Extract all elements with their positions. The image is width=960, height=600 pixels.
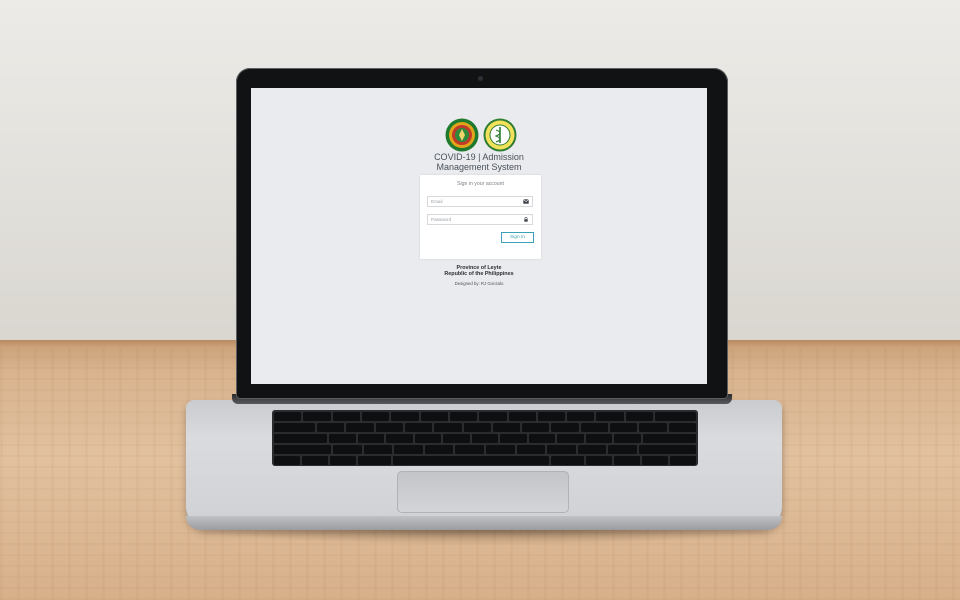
sign-in-button[interactable]: Sign In [501, 232, 534, 243]
app-title-line1: COVID-19 | Admission [434, 152, 524, 162]
app-title-line2: Management System [436, 162, 522, 172]
laptop-base-lip [186, 516, 782, 530]
laptop-keyboard [272, 410, 698, 466]
webcam-icon [478, 76, 483, 81]
laptop-screen: COVID-19 | Admission Management System S… [251, 88, 707, 384]
login-card: Sign in your account Sign In [420, 175, 541, 259]
app-title: COVID-19 | Admission Management System [379, 152, 579, 172]
email-input[interactable] [431, 197, 516, 206]
envelope-icon [523, 199, 529, 204]
footer-republic: Republic of the Philippines [444, 271, 514, 277]
laptop-trackpad [397, 471, 569, 513]
footer-credit: Designed by: RJ Gonzalo [454, 281, 504, 286]
login-message: Sign in your account [456, 181, 504, 187]
password-input[interactable] [431, 215, 516, 224]
lock-icon [524, 217, 528, 222]
health-office-seal-icon [483, 118, 517, 152]
logo-group [444, 118, 518, 152]
password-field[interactable] [427, 214, 533, 225]
email-field[interactable] [427, 196, 533, 207]
province-seal-icon [445, 118, 479, 152]
